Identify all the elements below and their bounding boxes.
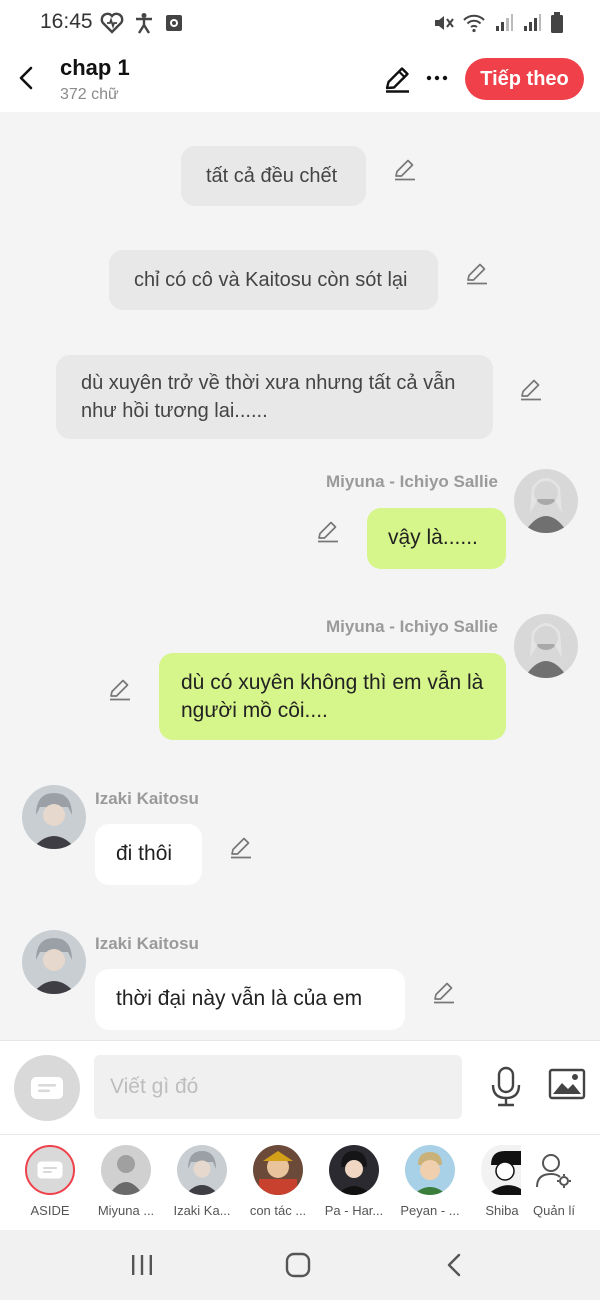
character-manage[interactable]: Quản lí (515, 1145, 591, 1225)
message-text: thời đại này vẫn là của em (116, 987, 363, 1010)
narration-bubble[interactable]: chỉ có cô và Kaitosu còn sót lại (109, 250, 438, 310)
message-bubble-left[interactable]: đi thôi (95, 824, 202, 885)
avatar-kaitosu[interactable] (22, 930, 86, 994)
status-left-icons (100, 12, 184, 34)
message-composer (0, 1040, 600, 1134)
narration-text: tất cả đều chết (206, 165, 338, 187)
character-pa[interactable]: Pa - Har... (315, 1145, 391, 1225)
back-arrow-icon (19, 66, 33, 90)
image-icon (548, 1068, 586, 1100)
edit-message-icon[interactable] (228, 834, 254, 860)
battery-icon (551, 12, 563, 33)
nav-back-button[interactable] (434, 1248, 474, 1282)
character-avatar (405, 1145, 455, 1195)
recent-apps-icon (132, 1255, 152, 1275)
character-label: ASIDE (30, 1203, 70, 1218)
more-dots-icon (426, 75, 448, 81)
signal-icon (496, 14, 513, 31)
narration-text: dù xuyên trở về thời xưa nhưng tất cả vẫ… (81, 372, 456, 422)
next-chapter-button[interactable]: Tiếp theo (465, 58, 584, 100)
speaker-name: Izaki Kaitosu (95, 789, 199, 808)
character-aside[interactable]: ASIDE (11, 1145, 87, 1225)
character-avatar (101, 1145, 151, 1195)
character-miyuna[interactable]: Miyuna ... (87, 1145, 163, 1225)
character-label: con tác ... (249, 1203, 307, 1218)
message-text: đi thôi (116, 842, 173, 865)
microphone-icon (491, 1066, 521, 1107)
speaker-name: Miyuna - Ichiyo Sallie (326, 617, 498, 636)
character-label: Miyuna ... (97, 1203, 155, 1218)
speaker-name: Izaki Kaitosu (95, 934, 199, 953)
status-right-icons (432, 12, 564, 34)
edit-message-icon[interactable] (315, 518, 341, 544)
pencil-icon (385, 67, 409, 93)
edit-message-icon[interactable] (518, 376, 544, 402)
word-count: 372 chữ (60, 86, 119, 103)
character-kaitosu[interactable]: Izaki Ka... (163, 1145, 239, 1225)
character-peyan[interactable]: Peyan - ... (391, 1145, 467, 1225)
system-nav-bar (0, 1230, 600, 1300)
nav-back-icon (447, 1253, 461, 1277)
character-label: Pa - Har... (324, 1203, 384, 1218)
mute-icon (435, 16, 454, 30)
character-avatar (329, 1145, 379, 1195)
status-time: 16:45 (40, 10, 93, 33)
avatar-kaitosu[interactable] (22, 785, 86, 849)
accessibility-icon (136, 13, 152, 34)
character-label: Quản lí (533, 1203, 575, 1218)
status-bar: 16:45 (0, 0, 600, 46)
chapter-header: chap 1 372 chữ Tiếp theo (0, 46, 600, 112)
signal-2-icon (524, 14, 541, 31)
microphone-button[interactable] (488, 1065, 524, 1109)
wifi-icon (463, 14, 485, 33)
message-input[interactable] (94, 1055, 462, 1119)
message-text: dù có xuyên không thì em vẫn là người mồ… (181, 671, 484, 722)
character-label: Izaki Ka... (173, 1203, 231, 1218)
home-icon (285, 1252, 311, 1278)
character-label: Peyan - ... (400, 1203, 460, 1218)
aside-chat-icon (31, 1077, 63, 1099)
recent-apps-button[interactable] (122, 1248, 162, 1282)
edit-message-icon[interactable] (464, 260, 490, 286)
manage-user-icon (536, 1154, 571, 1188)
chat-area[interactable]: tất cả đều chết chỉ có cô và Kaitosu còn… (0, 112, 600, 1040)
edit-chapter-button[interactable] (382, 64, 412, 94)
narration-bubble[interactable]: dù xuyên trở về thời xưa nhưng tất cả vẫ… (56, 355, 493, 439)
avatar-miyuna[interactable] (514, 614, 578, 678)
message-text: vậy là...... (388, 526, 478, 549)
more-options-button[interactable] (424, 62, 450, 92)
aside-toggle-button[interactable] (14, 1055, 80, 1121)
insert-image-button[interactable] (548, 1067, 586, 1105)
heart-health-icon (100, 12, 124, 34)
character-avatar (529, 1145, 579, 1195)
edit-message-icon[interactable] (107, 676, 133, 702)
chapter-title: chap 1 (60, 55, 130, 80)
character-avatar (25, 1145, 75, 1195)
character-avatar (177, 1145, 227, 1195)
screen-record-icon (166, 15, 182, 31)
avatar-miyuna[interactable] (514, 469, 578, 533)
narration-bubble[interactable]: tất cả đều chết (181, 146, 366, 206)
message-bubble-right[interactable]: dù có xuyên không thì em vẫn là người mồ… (159, 653, 506, 740)
character-avatar (253, 1145, 303, 1195)
aside-chat-icon (37, 1161, 63, 1179)
back-button[interactable] (10, 60, 42, 96)
edit-message-icon[interactable] (392, 156, 418, 182)
character-author[interactable]: con tác ... (239, 1145, 315, 1225)
home-button[interactable] (278, 1248, 318, 1282)
edit-message-icon[interactable] (431, 979, 457, 1005)
speaker-name: Miyuna - Ichiyo Sallie (326, 472, 498, 491)
character-bar: ASIDE Miyuna ... Izaki Ka... con tác ...… (0, 1134, 600, 1230)
message-bubble-right[interactable]: vậy là...... (367, 508, 506, 569)
narration-text: chỉ có cô và Kaitosu còn sót lại (134, 269, 408, 291)
message-bubble-left[interactable]: thời đại này vẫn là của em (95, 969, 405, 1030)
